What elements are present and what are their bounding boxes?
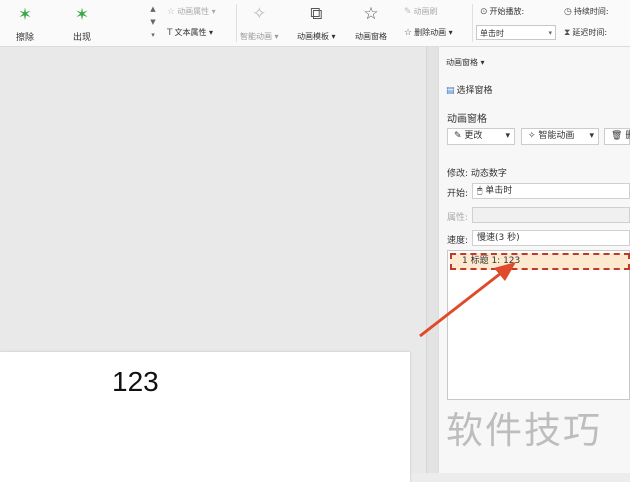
animation-template-button[interactable]: ⧉ 动画模板 ▾ (297, 3, 336, 42)
ribbon: ✶ 擦除 ✶ 出现 ▲ ▼ ▾ ☆ 动画属性 ▾ T 文本属性 ▾ ✧ 智能动画 ▾ ⧉… (0, 0, 630, 47)
modify-label: 修改: 动态数字 (447, 169, 507, 179)
animation-template-icon: ⧉ (310, 4, 323, 24)
slide-thumbnail[interactable] (0, 352, 410, 482)
gallery-scroll[interactable]: ▲ ▼ ▾ (148, 3, 158, 43)
delete-star-icon: ☆ (404, 28, 413, 38)
star-icon: ✶ (74, 5, 90, 25)
slide-text-box[interactable]: 123 (112, 366, 159, 398)
animation-props-button[interactable]: ☆ 动画属性 ▾ (167, 6, 216, 17)
mouse-icon: 🖱 (477, 186, 483, 196)
effect-wipe-button[interactable]: ✶ 擦除 (0, 2, 50, 44)
pencil-icon: ✎ (454, 131, 462, 141)
chevron-down-icon: ▾ (505, 131, 510, 141)
animation-pane-icon: ☆ (363, 4, 379, 24)
select-pane-button[interactable]: ▤ 选择窗格 (446, 83, 493, 96)
divider (472, 4, 473, 42)
text-props-button[interactable]: T 文本属性 ▾ (167, 27, 213, 38)
delete-animation-button[interactable]: ☆ 删除动画 ▾ (404, 27, 453, 38)
pane-section-title: 动画窗格 (447, 114, 487, 125)
property-select[interactable] (472, 207, 630, 223)
delete-button[interactable]: 🗑 删 (604, 128, 630, 145)
chevron-down-icon: ▾ (548, 29, 552, 37)
smart-animation-icon: ✧ (528, 131, 536, 141)
duration-label: ◷ 持续时间: (564, 7, 609, 17)
trigger-select[interactable]: 单击时 ▾ (476, 25, 556, 40)
brush-icon: ✎ (404, 7, 412, 17)
text-props-icon: T (167, 28, 173, 38)
speed-label: 速度: (447, 236, 469, 246)
trash-icon: 🗑 (611, 131, 623, 141)
hourglass-icon: ⧗ (564, 28, 571, 38)
animation-brush-button[interactable]: ✎ 动画刷 (404, 6, 438, 17)
speed-select[interactable]: 慢速(3 秒) (472, 230, 630, 246)
pane-header[interactable]: 动画窗格 ▾ (446, 57, 485, 68)
select-pane-icon: ▤ (446, 86, 455, 96)
watermark: 软件技巧 (446, 409, 602, 452)
divider (236, 4, 237, 42)
smart-animation-button[interactable]: ✧ 智能动画 ▾ (240, 3, 279, 42)
delay-label: ⧗ 延迟时间: (564, 28, 608, 38)
effect-appear-button[interactable]: ✶ 出现 (57, 2, 107, 44)
start-label: 开始: (447, 189, 469, 199)
play-icon: ⊙ (480, 7, 488, 17)
animation-list[interactable] (447, 250, 630, 400)
smart-animation-pane-button[interactable]: ✧ 智能动画 ▾ (521, 128, 599, 145)
start-play-button[interactable]: ⊙ 开始播放: (480, 6, 524, 17)
animation-pane-button[interactable]: ☆ 动画窗格 (355, 3, 387, 42)
property-label: 属性: (447, 213, 469, 223)
chevron-down-icon: ▾ (589, 131, 594, 141)
star-icon: ✶ (17, 5, 33, 25)
animation-props-icon: ☆ (167, 7, 176, 17)
smart-animation-icon: ✧ (252, 4, 267, 24)
clock-icon: ◷ (564, 7, 572, 17)
start-select[interactable]: 🖱 单击时 (472, 183, 630, 199)
change-button[interactable]: ✎ 更改 ▾ (447, 128, 515, 145)
animation-list-item[interactable]: 1 标题 1: 123 (450, 253, 630, 270)
